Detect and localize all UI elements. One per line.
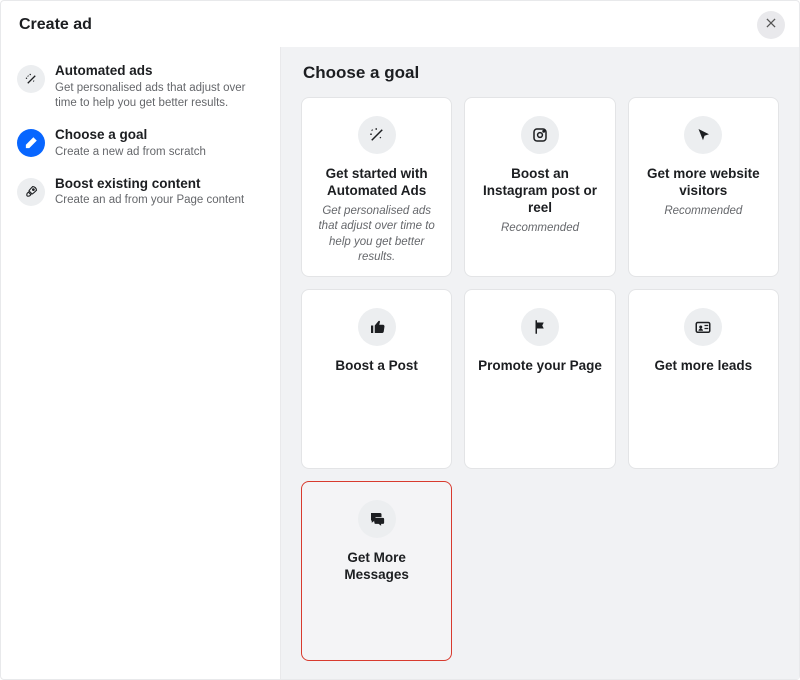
sidebar-item-automated-ads[interactable]: Automated ads Get personalised ads that … <box>11 57 272 121</box>
goal-title: Get started with Automated Ads <box>314 166 439 200</box>
idcard-icon <box>684 308 722 346</box>
sidebar: Automated ads Get personalised ads that … <box>1 47 281 679</box>
goal-card-get-leads[interactable]: Get more leads <box>628 289 779 469</box>
goal-desc: Recommended <box>501 221 579 237</box>
like-icon <box>358 308 396 346</box>
main-panel: Choose a goal Get started with Automated… <box>281 47 799 679</box>
sidebar-item-subtitle: Create an ad from your Page content <box>55 193 244 208</box>
rocket-icon <box>17 178 45 206</box>
main-heading: Choose a goal <box>303 63 779 83</box>
chat-icon <box>358 500 396 538</box>
goal-title: Get more leads <box>655 358 753 375</box>
flag-icon <box>521 308 559 346</box>
goal-title: Get more website visitors <box>641 166 766 200</box>
sidebar-item-title: Choose a goal <box>55 127 206 144</box>
instagram-icon <box>521 116 559 154</box>
wand-icon <box>17 65 45 93</box>
sidebar-item-boost-existing[interactable]: Boost existing content Create an ad from… <box>11 170 272 219</box>
modal-header: Create ad <box>1 1 799 47</box>
sidebar-item-subtitle: Get personalised ads that adjust over ti… <box>55 81 266 111</box>
wand-icon <box>358 116 396 154</box>
modal-title: Create ad <box>19 16 92 34</box>
sidebar-item-subtitle: Create a new ad from scratch <box>55 145 206 160</box>
goal-title: Boost an Instagram post or reel <box>477 166 602 217</box>
goal-title: Promote your Page <box>478 358 602 375</box>
cursor-icon <box>684 116 722 154</box>
sidebar-item-title: Boost existing content <box>55 176 244 193</box>
close-button[interactable] <box>757 11 785 39</box>
goal-grid: Get started with Automated Ads Get perso… <box>301 97 779 661</box>
close-icon <box>764 16 778 35</box>
goal-desc: Get personalised ads that adjust over ti… <box>314 204 439 266</box>
goal-desc: Recommended <box>664 204 742 220</box>
goal-title: Get More Messages <box>314 550 439 584</box>
goal-title: Boost a Post <box>335 358 418 375</box>
goal-card-boost-post[interactable]: Boost a Post <box>301 289 452 469</box>
goal-card-promote-page[interactable]: Promote your Page <box>464 289 615 469</box>
goal-card-instagram[interactable]: Boost an Instagram post or reel Recommen… <box>464 97 615 277</box>
edit-icon <box>17 129 45 157</box>
goal-card-get-messages[interactable]: Get More Messages <box>301 481 452 661</box>
sidebar-item-title: Automated ads <box>55 63 266 80</box>
goal-card-website-visitors[interactable]: Get more website visitors Recommended <box>628 97 779 277</box>
sidebar-item-choose-goal[interactable]: Choose a goal Create a new ad from scrat… <box>11 121 272 170</box>
goal-card-automated-ads[interactable]: Get started with Automated Ads Get perso… <box>301 97 452 277</box>
